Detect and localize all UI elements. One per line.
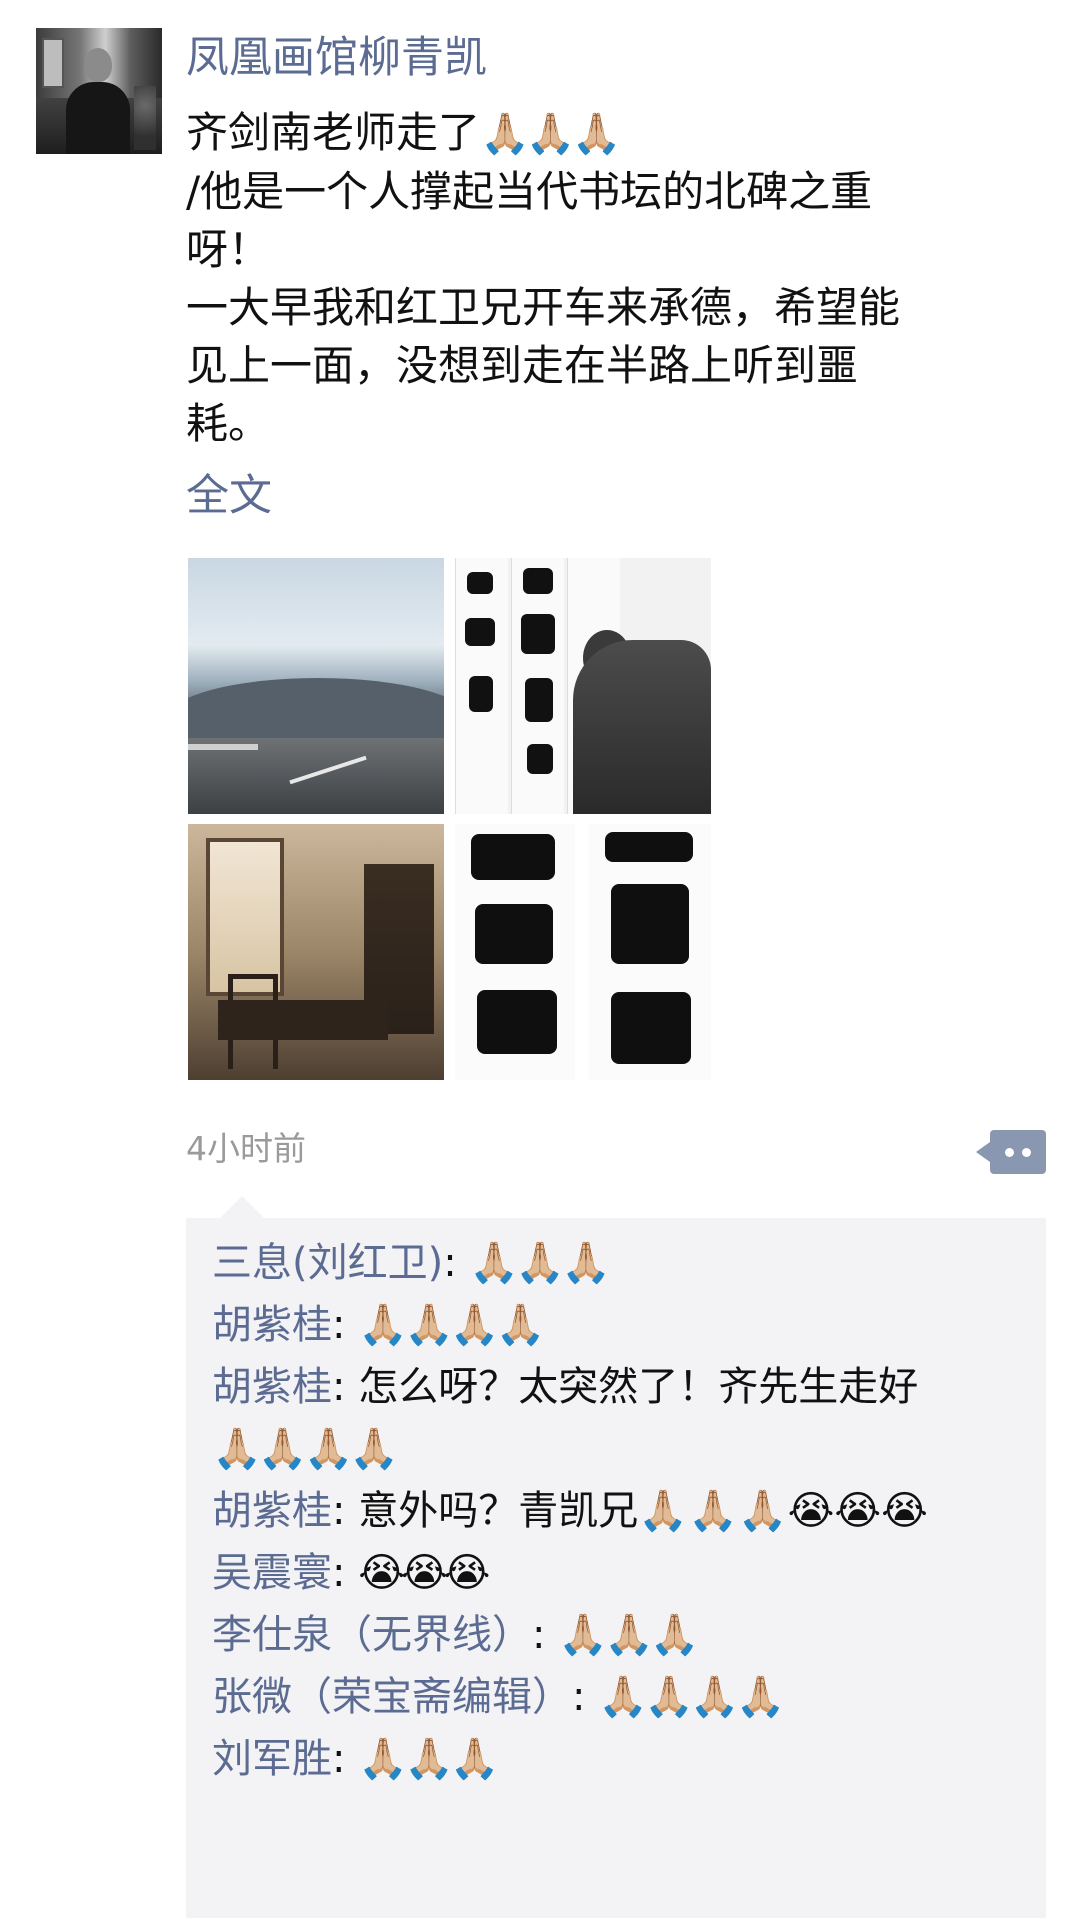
ink-stroke — [521, 614, 555, 654]
avatar-frame — [42, 38, 64, 88]
avatar-plant — [134, 86, 156, 150]
comment-separator: : — [532, 1612, 559, 1658]
comment-text: 🙏🏼🙏🏼🙏🏼 — [469, 1240, 610, 1286]
comment-item[interactable]: 刘军胜: 🙏🏼🙏🏼🙏🏼 — [212, 1728, 1032, 1790]
comment-text: 意外吗？青凯兄🙏🏼🙏🏼🙏🏼😭😭😭 — [358, 1488, 928, 1534]
comment-text-continued: 🙏🏼🙏🏼🙏🏼🙏🏼 — [212, 1426, 399, 1472]
room-window — [206, 838, 284, 996]
comment-item[interactable]: 胡紫桂: 🙏🏼🙏🏼🙏🏼🙏🏼 — [212, 1294, 1032, 1356]
comment-user[interactable]: 李仕泉（无界线） — [212, 1612, 532, 1658]
dot — [1005, 1148, 1014, 1157]
comment-separator: : — [332, 1736, 359, 1782]
comment-user[interactable]: 胡紫桂 — [212, 1302, 332, 1348]
comment-separator: : — [332, 1364, 359, 1410]
artist-figure — [573, 640, 711, 814]
photo-calligrapher[interactable] — [455, 558, 711, 814]
ink-stroke — [525, 678, 553, 722]
post-line-1: 齐剑南老师走了🙏🏼🙏🏼🙏🏼 — [186, 104, 1016, 163]
comment-user[interactable]: 张微（荣宝斋编辑） — [212, 1674, 572, 1720]
ink-character — [611, 884, 689, 964]
dot — [1022, 1148, 1031, 1157]
comment-item[interactable]: 李仕泉（无界线）: 🙏🏼🙏🏼🙏🏼 — [212, 1604, 1032, 1666]
comment-separator: : — [572, 1674, 599, 1720]
comment-text: 🙏🏼🙏🏼🙏🏼 — [358, 1736, 499, 1782]
post-line-1-text: 齐剑南老师走了 — [186, 108, 481, 157]
post-line-4: 一大早我和红卫兄开车来承德，希望能 — [186, 283, 901, 332]
more-dots-icon[interactable] — [976, 1130, 1046, 1174]
guardrail — [188, 744, 258, 750]
ink-stroke — [527, 744, 553, 774]
post-line-5: 见上一面，没想到走在半路上听到噩 — [186, 341, 859, 390]
comment-user[interactable]: 胡紫桂 — [212, 1364, 332, 1410]
avatar-person-head — [84, 48, 112, 82]
ink-character — [605, 832, 693, 862]
comment-separator: : — [332, 1488, 359, 1534]
pray-emoji-group: 🙏🏼🙏🏼🙏🏼 — [480, 111, 621, 157]
photo-calligraphy-scrolls[interactable] — [455, 824, 711, 1080]
post-timestamp: 4小时前 — [186, 1129, 306, 1168]
ink-stroke — [523, 568, 553, 594]
comments-section: 三息(刘红卫): 🙏🏼🙏🏼🙏🏼 胡紫桂: 🙏🏼🙏🏼🙏🏼🙏🏼 胡紫桂: 怎么呀？太… — [186, 1196, 1046, 1918]
comment-item[interactable]: 吴震寰: 😭😭😭 — [212, 1542, 1032, 1604]
comment-item[interactable]: 三息(刘红卫): 🙏🏼🙏🏼🙏🏼 — [212, 1232, 1032, 1294]
expand-full-text-link[interactable]: 全文 — [186, 468, 272, 524]
comment-user[interactable]: 刘军胜 — [212, 1736, 332, 1782]
comment-item[interactable]: 胡紫桂: 怎么呀？太突然了！齐先生走好 🙏🏼🙏🏼🙏🏼🙏🏼 — [212, 1356, 1032, 1480]
ink-character — [471, 834, 555, 880]
comment-item[interactable]: 张微（荣宝斋编辑）: 🙏🏼🙏🏼🙏🏼🙏🏼 — [212, 1666, 1032, 1728]
post-text: 齐剑南老师走了🙏🏼🙏🏼🙏🏼 /他是一个人撑起当代书坛的北碑之重 呀！ 一大早我和… — [186, 104, 1016, 453]
post-line-6: 耗。 — [186, 399, 271, 448]
ink-character — [475, 904, 553, 964]
author-avatar[interactable] — [36, 28, 162, 154]
comment-text: 🙏🏼🙏🏼🙏🏼🙏🏼 — [358, 1302, 545, 1348]
room-table — [218, 1000, 388, 1040]
comment-user[interactable]: 胡紫桂 — [212, 1488, 332, 1534]
post-line-3: 呀！ — [186, 225, 271, 274]
comment-user[interactable]: 三息(刘红卫) — [212, 1240, 443, 1286]
comment-text: 怎么呀？太突然了！齐先生走好 — [358, 1364, 919, 1410]
comment-separator: : — [443, 1240, 470, 1286]
post-line-2: /他是一个人撑起当代书坛的北碑之重 — [186, 167, 873, 216]
comment-item[interactable]: 胡紫桂: 意外吗？青凯兄🙏🏼🙏🏼🙏🏼😭😭😭 — [212, 1480, 1032, 1542]
comment-user[interactable]: 吴震寰 — [212, 1550, 332, 1596]
ink-stroke — [469, 676, 493, 712]
ink-stroke — [465, 618, 495, 646]
comment-text: 😭😭😭 — [358, 1550, 490, 1596]
ink-character — [611, 992, 691, 1064]
photo-study-room[interactable] — [188, 824, 444, 1080]
comment-separator: : — [332, 1550, 359, 1596]
comment-text: 🙏🏼🙏🏼🙏🏼 — [558, 1612, 699, 1658]
ink-stroke — [467, 572, 493, 594]
author-name[interactable]: 凤凰画馆柳青凯 — [186, 30, 487, 86]
ink-character — [477, 990, 557, 1054]
comment-text: 🙏🏼🙏🏼🙏🏼🙏🏼 — [598, 1674, 785, 1720]
scroll-gap — [575, 824, 589, 1080]
comment-separator: : — [332, 1302, 359, 1348]
avatar-person-body — [66, 82, 130, 154]
photo-highway[interactable] — [188, 558, 444, 814]
